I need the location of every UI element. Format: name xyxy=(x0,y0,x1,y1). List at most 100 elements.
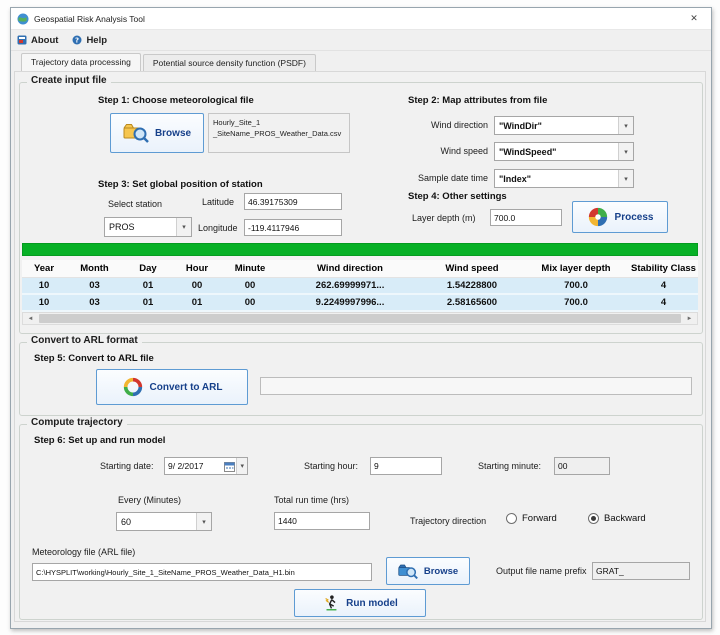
total-run-time-field[interactable]: 1440 xyxy=(274,512,370,530)
total-run-time-label: Total run time (hrs) xyxy=(274,495,349,505)
chevron-down-icon: ▾ xyxy=(618,143,633,160)
starting-hour-label: Starting hour: xyxy=(304,461,358,471)
chevron-down-icon: ▾ xyxy=(176,218,191,236)
convert-ring-icon xyxy=(122,376,144,398)
step2-title: Step 2: Map attributes from file xyxy=(408,95,547,106)
layer-depth-field[interactable]: 700.0 xyxy=(490,209,562,226)
col-header-minute[interactable]: Minute xyxy=(221,260,279,278)
group-compute-trajectory: Compute trajectory Step 6: Set up and ru… xyxy=(19,424,703,620)
chevron-down-icon: ▾ xyxy=(236,458,247,474)
starting-date-picker[interactable]: 9/ 2/2017 ▾ xyxy=(164,457,248,475)
browse-arl-file-label: Browse xyxy=(424,566,458,577)
wind-speed-select[interactable]: "WindSpeed" ▾ xyxy=(494,142,634,161)
longitude-field[interactable]: -119.4117946 xyxy=(244,219,342,236)
col-header-wind-direction[interactable]: Wind direction xyxy=(279,260,421,278)
close-button[interactable]: ✕ xyxy=(677,8,711,29)
col-header-year[interactable]: Year xyxy=(22,260,66,278)
menu-bar: About ? Help xyxy=(11,30,711,51)
output-prefix-label: Output file name prefix xyxy=(496,566,587,576)
met-file-name-display: Hourly_Site_1 _SiteName_PROS_Weather_Dat… xyxy=(208,113,350,153)
step1-title: Step 1: Choose meteorological file xyxy=(98,95,254,106)
starting-date-label: Starting date: xyxy=(100,461,154,471)
col-header-mix-layer-depth[interactable]: Mix layer depth xyxy=(523,260,629,278)
group-create-input: Create input file Step 1: Choose meteoro… xyxy=(19,82,703,334)
radio-forward-circle xyxy=(506,513,517,524)
menu-help[interactable]: ? Help xyxy=(72,35,107,46)
app-icon xyxy=(17,13,29,25)
tab-trajectory[interactable]: Trajectory data processing xyxy=(21,53,141,71)
table-row[interactable]: 10 03 01 00 00 262.69999971... 1.5422880… xyxy=(22,278,698,295)
calendar-icon xyxy=(224,461,235,472)
table-row[interactable]: 10 03 01 01 00 9.2249997996... 2.5816560… xyxy=(22,295,698,312)
radio-backward-circle xyxy=(588,513,599,524)
svg-text:?: ? xyxy=(75,36,79,44)
longitude-label: Longitude xyxy=(198,223,238,233)
convert-progress-bar xyxy=(260,377,692,395)
every-minutes-label: Every (Minutes) xyxy=(118,495,181,505)
scroll-right-icon[interactable]: ► xyxy=(682,313,697,324)
browse-met-file-button[interactable]: Browse xyxy=(110,113,204,153)
step3-title: Step 3: Set global position of station xyxy=(98,179,263,190)
group-convert-arl-title: Convert to ARL format xyxy=(27,335,142,346)
tab-psdf[interactable]: Potential source density function (PSDF) xyxy=(143,54,316,72)
output-prefix-field[interactable]: GRAT_ xyxy=(592,562,690,580)
scroll-left-icon[interactable]: ◄ xyxy=(23,313,38,324)
met-arl-file-label: Meteorology file (ARL file) xyxy=(32,547,135,557)
process-button[interactable]: Process xyxy=(572,201,668,233)
col-header-stability-class[interactable]: Stability Class xyxy=(629,260,698,278)
wind-direction-select[interactable]: "WindDir" ▾ xyxy=(494,116,634,135)
desktop: Geospatial Risk Analysis Tool ✕ About ? … xyxy=(0,0,720,635)
radio-backward-label: Backward xyxy=(604,513,646,524)
step4-title: Step 4: Other settings xyxy=(408,191,507,202)
title-bar: Geospatial Risk Analysis Tool ✕ xyxy=(11,8,711,30)
hiker-icon xyxy=(322,594,340,612)
tab-page: Create input file Step 1: Choose meteoro… xyxy=(14,71,706,622)
select-station-label: Select station xyxy=(108,199,162,209)
browse-arl-file-button[interactable]: Browse xyxy=(386,557,470,585)
weather-data-table: Year Month Day Hour Minute Wind directio… xyxy=(22,260,698,325)
layer-depth-label: Layer depth (m) xyxy=(412,213,476,223)
run-model-label: Run model xyxy=(346,598,398,609)
step6-title: Step 6: Set up and run model xyxy=(34,435,165,446)
radio-forward[interactable]: Forward xyxy=(506,513,557,524)
scrollbar-thumb[interactable] xyxy=(39,314,681,323)
sample-datetime-select[interactable]: "Index" ▾ xyxy=(494,169,634,188)
sample-datetime-label: Sample date time xyxy=(408,173,488,183)
app-window: Geospatial Risk Analysis Tool ✕ About ? … xyxy=(10,7,712,629)
col-header-hour[interactable]: Hour xyxy=(173,260,221,278)
process-pinwheel-icon xyxy=(587,206,609,228)
latitude-field[interactable]: 46.39175309 xyxy=(244,193,342,210)
run-model-button[interactable]: Run model xyxy=(294,589,426,617)
table-horizontal-scrollbar[interactable]: ◄ ► xyxy=(22,312,698,325)
convert-to-arl-label: Convert to ARL xyxy=(150,382,223,393)
about-icon xyxy=(17,35,27,45)
met-arl-file-field[interactable]: C:\HYSPLIT\working\Hourly_Site_1_SiteNam… xyxy=(32,563,372,581)
latitude-label: Latitude xyxy=(202,197,234,207)
chevron-down-icon: ▾ xyxy=(196,513,211,530)
station-select[interactable]: PROS ▾ xyxy=(104,217,192,237)
radio-backward[interactable]: Backward xyxy=(588,513,646,524)
every-minutes-select[interactable]: 60 ▾ xyxy=(116,512,212,531)
radio-forward-label: Forward xyxy=(522,513,557,524)
browse-met-file-label: Browse xyxy=(155,128,191,139)
menu-about-label: About xyxy=(31,35,58,46)
col-header-day[interactable]: Day xyxy=(123,260,173,278)
step5-title: Step 5: Convert to ARL file xyxy=(34,353,154,364)
convert-to-arl-button[interactable]: Convert to ARL xyxy=(96,369,248,405)
starting-hour-field[interactable]: 9 xyxy=(370,457,442,475)
trajectory-direction-label: Trajectory direction xyxy=(410,516,486,526)
col-header-wind-speed[interactable]: Wind speed xyxy=(421,260,523,278)
menu-about[interactable]: About xyxy=(17,35,58,46)
process-progress-bar xyxy=(22,243,698,256)
wind-speed-label: Wind speed xyxy=(408,146,488,156)
col-header-month[interactable]: Month xyxy=(66,260,123,278)
table-header-row: Year Month Day Hour Minute Wind directio… xyxy=(22,260,698,278)
group-convert-arl: Convert to ARL format Step 5: Convert to… xyxy=(19,342,703,416)
starting-minute-field[interactable]: 00 xyxy=(554,457,610,475)
folder-search-icon xyxy=(398,563,418,580)
window-title: Geospatial Risk Analysis Tool xyxy=(34,14,145,24)
tab-strip: Trajectory data processing Potential sou… xyxy=(21,54,316,72)
help-icon: ? xyxy=(72,35,82,45)
starting-minute-label: Starting minute: xyxy=(478,461,541,471)
chevron-down-icon: ▾ xyxy=(618,170,633,187)
